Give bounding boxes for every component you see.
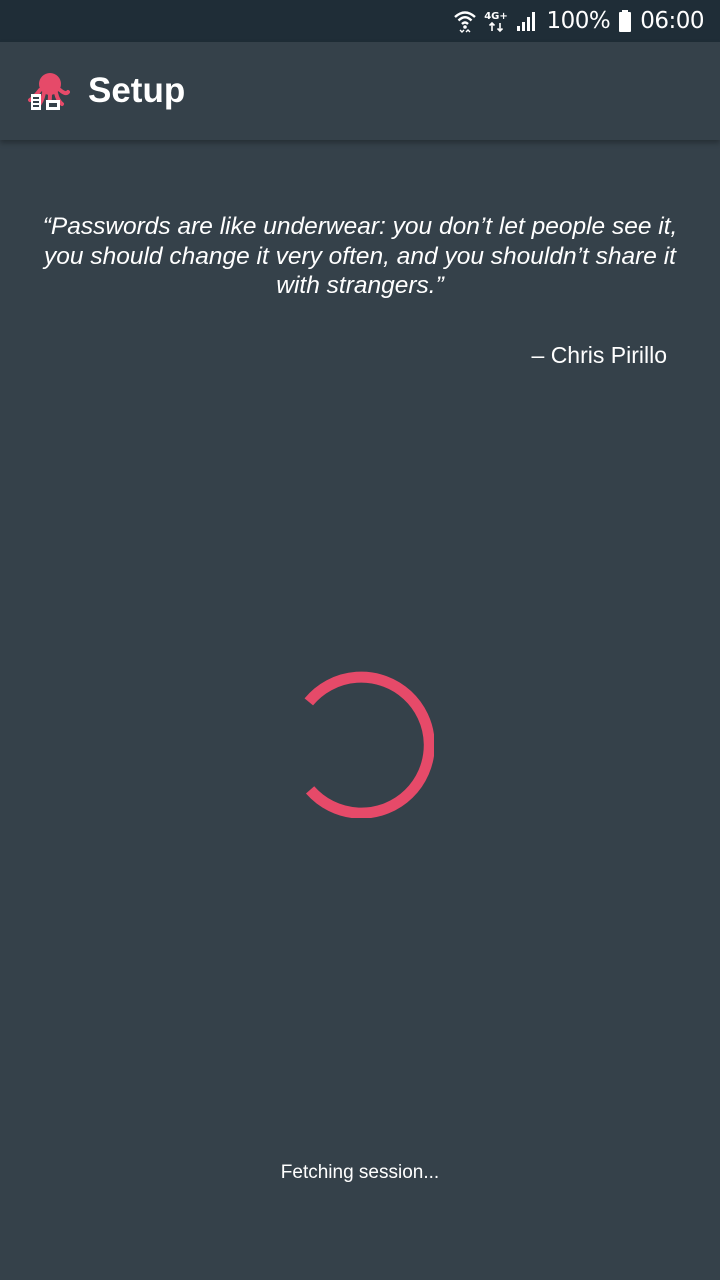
signal-icon: [516, 10, 538, 32]
battery-icon: [618, 9, 632, 33]
page-title: Setup: [88, 71, 186, 110]
app-bar: Setup: [0, 42, 720, 140]
network-4g-icon: 4G+: [484, 9, 508, 33]
clock: 06:00: [640, 8, 704, 34]
network-label: 4G+: [485, 11, 509, 22]
wifi-icon: [454, 9, 477, 33]
loading-spinner-icon: [286, 670, 435, 819]
quote-author: – Chris Pirillo: [531, 342, 667, 368]
octopus-logo-icon: [26, 70, 70, 114]
status-bar-right: 4G+ 100% 06:00: [454, 0, 704, 42]
quote-text: “Passwords are like underwear: you don’t…: [42, 213, 678, 299]
loading-status-text: Fetching session...: [280, 1162, 440, 1183]
battery-percent: 100%: [546, 8, 611, 34]
status-bar: 4G+ 100% 06:00: [0, 0, 720, 42]
